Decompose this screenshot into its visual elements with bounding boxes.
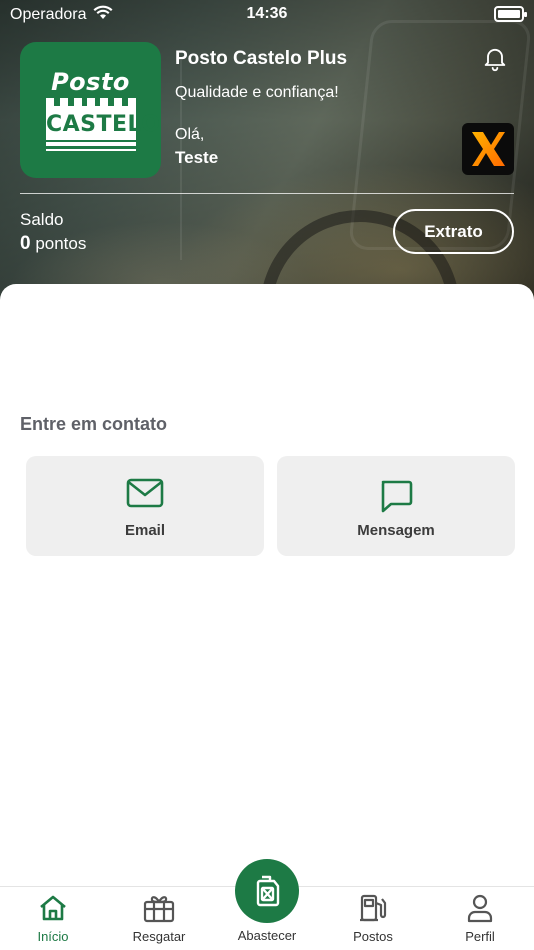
store-tagline: Qualidade e confiança! xyxy=(175,84,339,101)
store-logo: Posto CASTELO xyxy=(20,42,161,178)
bell-icon[interactable] xyxy=(481,44,509,72)
fuel-pump-icon xyxy=(320,893,426,923)
message-label: Mensagem xyxy=(357,522,435,539)
user-name: Teste xyxy=(175,148,219,167)
tab-label: Postos xyxy=(353,929,393,944)
statement-button[interactable]: Extrato xyxy=(393,209,514,254)
partner-x-icon xyxy=(472,132,505,166)
fuel-can-icon xyxy=(256,875,280,907)
greeting: Olá, xyxy=(175,126,205,143)
tab-label: Início xyxy=(37,929,69,944)
abastecer-label: Abastecer xyxy=(237,928,297,943)
user-icon xyxy=(427,893,533,923)
email-label: Email xyxy=(124,522,166,539)
header-divider xyxy=(20,193,514,194)
battery-icon xyxy=(494,6,527,22)
tab-postos[interactable]: Postos xyxy=(320,887,426,950)
home-icon xyxy=(0,893,106,923)
tab-perfil[interactable]: Perfil xyxy=(427,887,533,950)
envelope-icon xyxy=(26,478,264,508)
balance-label: Saldo xyxy=(20,210,64,229)
store-name: Posto Castelo Plus xyxy=(175,48,348,69)
points-value: 0 xyxy=(20,233,31,254)
battlement-graphic xyxy=(46,98,136,110)
points-unit: pontos xyxy=(35,234,87,253)
tab-label: Resgatar xyxy=(132,929,186,944)
balance-value: 0 pontos xyxy=(20,233,86,255)
status-bar: Operadora 14:36 xyxy=(0,0,534,30)
gift-icon xyxy=(106,893,212,923)
tab-label: Perfil xyxy=(465,929,495,944)
message-contact-button[interactable]: Mensagem xyxy=(277,456,515,556)
tab-inicio[interactable]: Início xyxy=(0,887,106,950)
chat-bubble-icon xyxy=(277,478,515,514)
abastecer-button[interactable] xyxy=(235,859,299,923)
content-sheet: Entre em contato Email Mensagem xyxy=(0,284,534,894)
clock: 14:36 xyxy=(246,5,288,22)
logo-text-top: Posto xyxy=(51,68,130,96)
email-contact-button[interactable]: Email xyxy=(26,456,264,556)
tab-resgatar[interactable]: Resgatar xyxy=(106,887,212,950)
logo-text-bottom: CASTELO xyxy=(46,110,160,140)
contact-title: Entre em contato xyxy=(20,414,168,434)
partner-logo[interactable] xyxy=(462,123,514,175)
